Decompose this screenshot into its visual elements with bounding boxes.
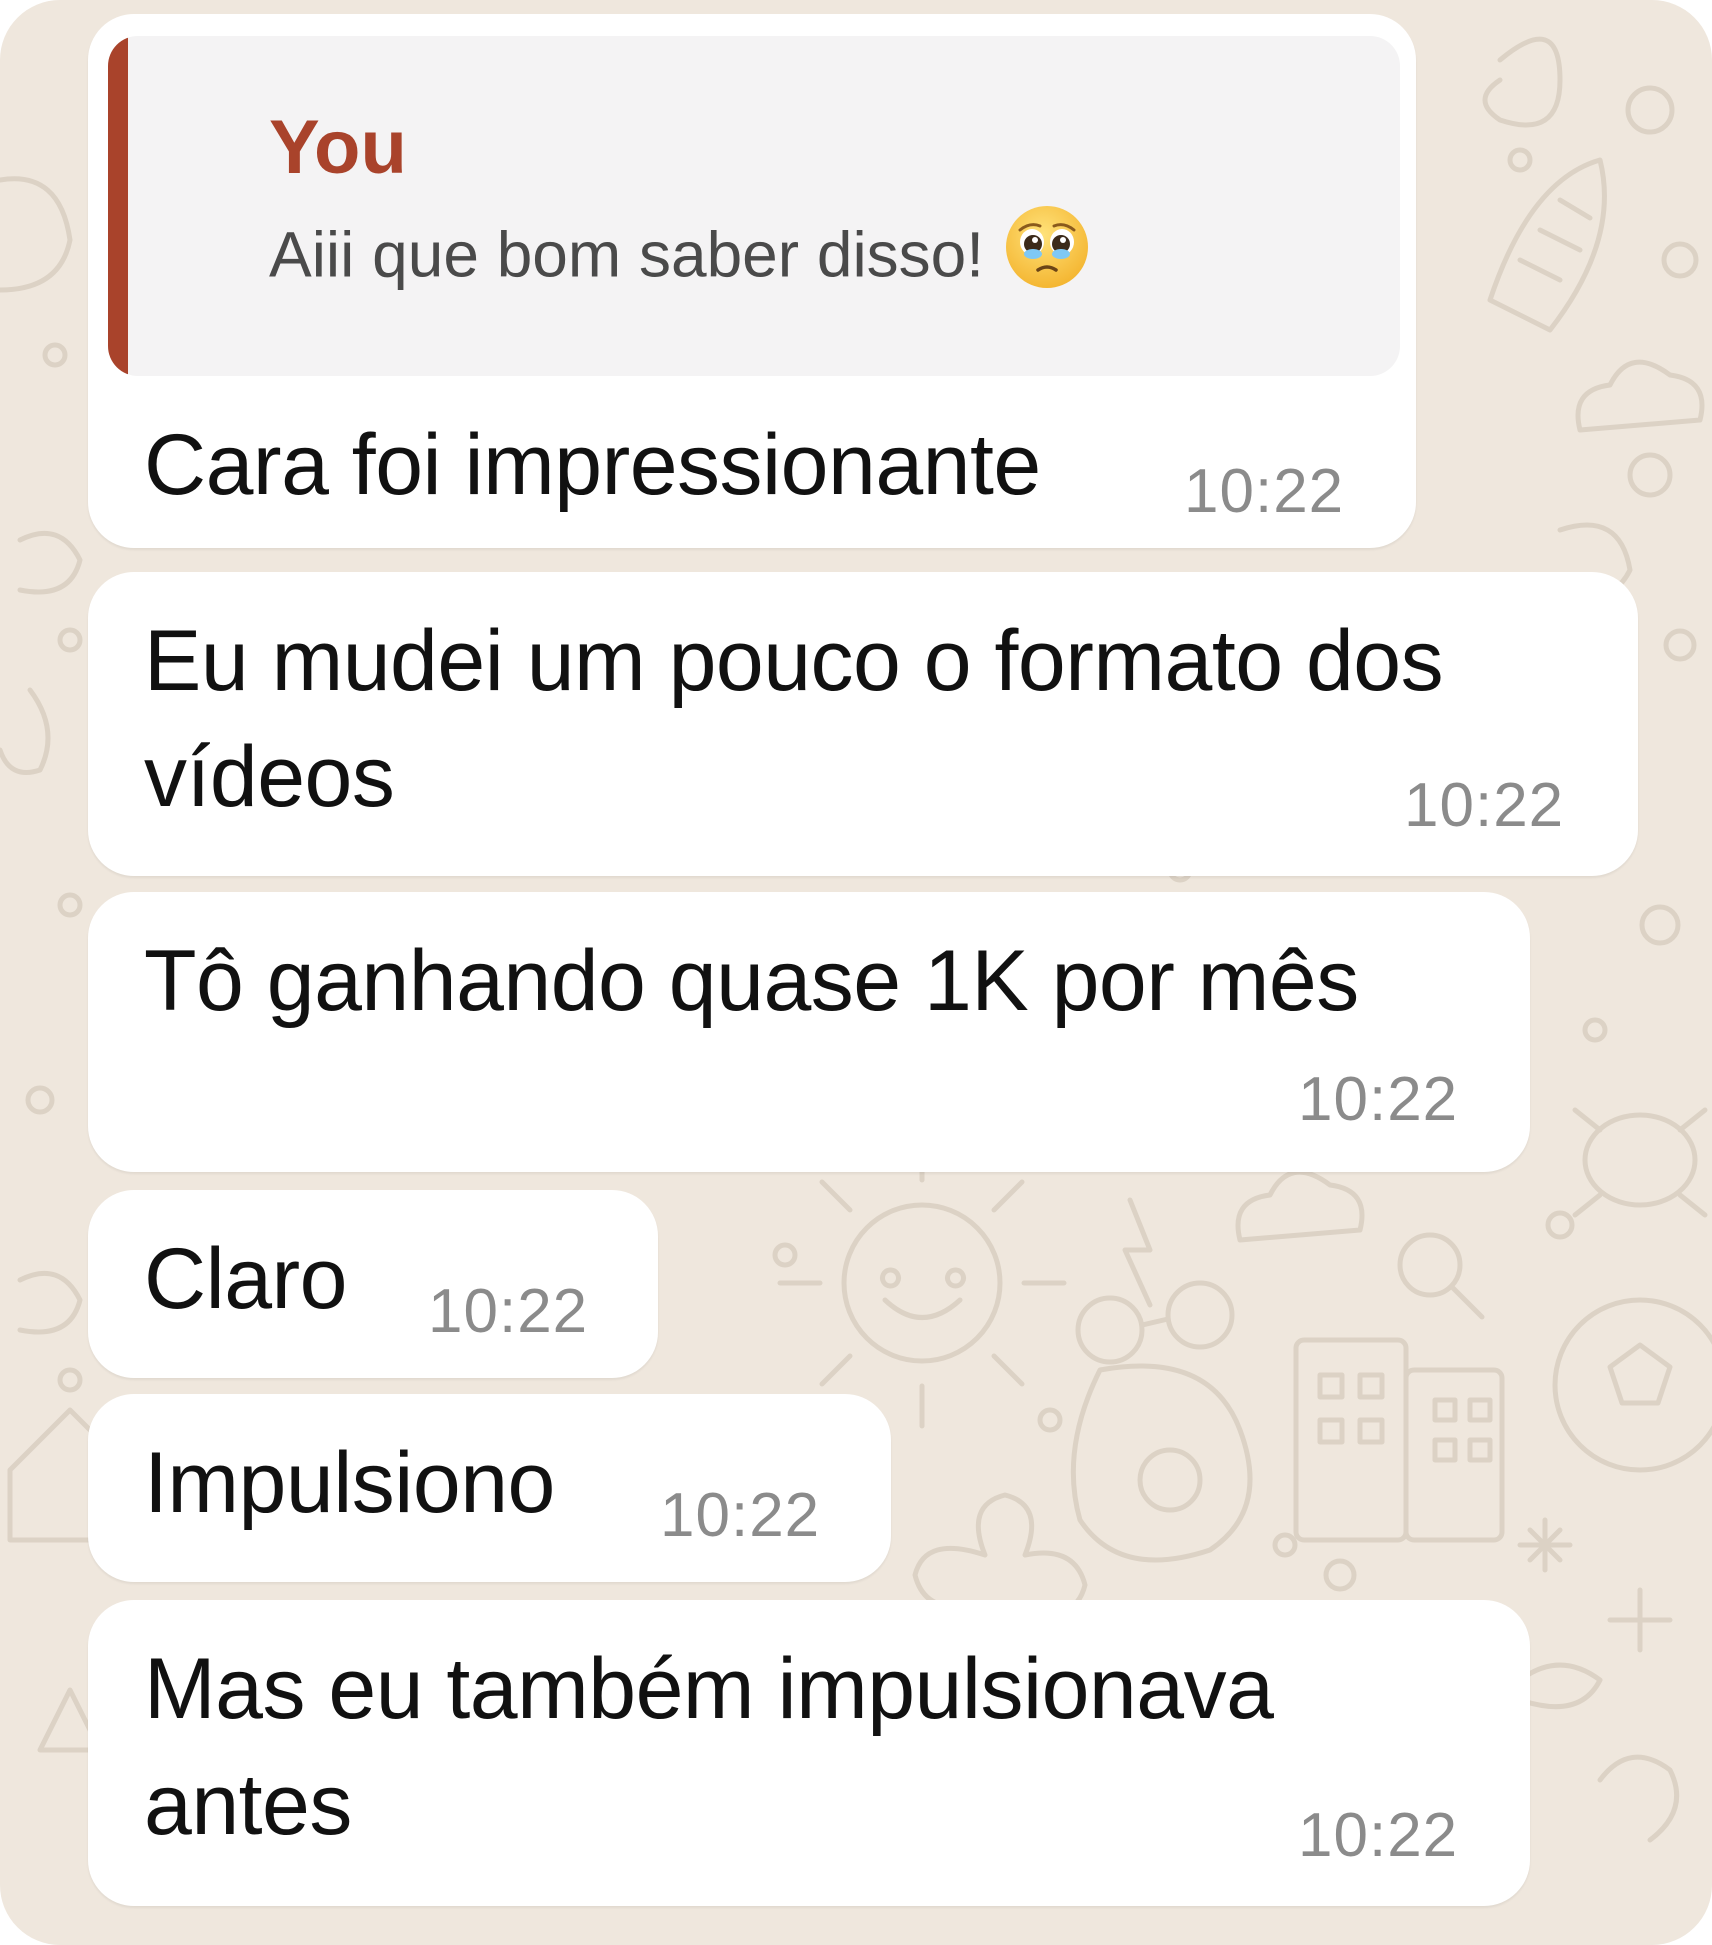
- message-text: vídeos: [144, 729, 395, 825]
- message-timestamp: 10:22: [1298, 1801, 1459, 1870]
- message-bubble[interactable]: Claro 10:22: [88, 1190, 658, 1378]
- quote-author: You: [269, 105, 407, 190]
- message-text: Claro: [144, 1231, 348, 1327]
- message-timestamp: 10:22: [1404, 771, 1565, 840]
- message-timestamp: 10:22: [1298, 1065, 1459, 1134]
- message-bubble[interactable]: Eu mudei um pouco o formato dos vídeos 1…: [88, 572, 1638, 876]
- message-text: Tô ganhando quase 1K por mês: [144, 933, 1359, 1029]
- quote-accent-bar: [108, 36, 128, 376]
- message-timestamp: 10:22: [428, 1277, 589, 1346]
- message-bubble-reply[interactable]: You Aiii que bom saber disso! Cara foi i…: [88, 14, 1416, 548]
- message-timestamp: 10:22: [660, 1481, 821, 1550]
- pleading-face-icon: [1004, 204, 1090, 305]
- message-text: Impulsiono: [144, 1435, 555, 1531]
- chat-background: You Aiii que bom saber disso! Cara foi i…: [0, 0, 1712, 1945]
- quote-text-line: Aiii que bom saber disso!: [269, 206, 1090, 305]
- message-bubble[interactable]: Tô ganhando quase 1K por mês 10:22: [88, 892, 1530, 1172]
- quote-text: Aiii que bom saber disso!: [269, 218, 985, 291]
- message-timestamp: 10:22: [1184, 457, 1345, 526]
- message-text: Mas eu também impulsionava: [144, 1641, 1274, 1737]
- message-bubble[interactable]: Impulsiono 10:22: [88, 1394, 891, 1582]
- quoted-message[interactable]: You Aiii que bom saber disso!: [108, 36, 1400, 376]
- message-text: Cara foi impressionante: [144, 417, 1041, 513]
- message-text: antes: [144, 1757, 352, 1853]
- message-bubble[interactable]: Mas eu também impulsionava antes 10:22: [88, 1600, 1530, 1906]
- message-text: Eu mudei um pouco o formato dos: [144, 613, 1444, 709]
